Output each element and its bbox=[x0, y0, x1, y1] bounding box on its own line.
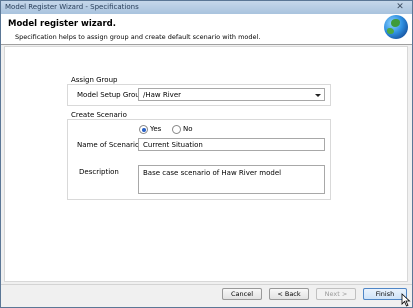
globe-land bbox=[391, 19, 400, 27]
scenario-yes-label: Yes bbox=[150, 125, 162, 133]
header-subtitle: Specification helps to assign group and … bbox=[15, 33, 261, 41]
back-button[interactable]: < Back bbox=[269, 288, 309, 300]
create-scenario-title: Create Scenario bbox=[71, 111, 127, 119]
scenario-yes-radio[interactable] bbox=[139, 125, 148, 134]
cancel-button[interactable]: Cancel bbox=[222, 288, 262, 300]
scenario-name-label: Name of Scenario bbox=[77, 141, 140, 149]
next-button[interactable]: Next > bbox=[316, 288, 356, 300]
description-value: Base case scenario of Haw River model bbox=[143, 169, 282, 177]
window-title: Model Register Wizard - Specifications bbox=[5, 3, 139, 11]
globe-land bbox=[387, 28, 394, 34]
model-setup-group-label: Model Setup Group bbox=[77, 91, 145, 99]
scenario-name-value: Current Situation bbox=[143, 141, 203, 149]
close-icon[interactable]: ✕ bbox=[394, 2, 406, 12]
header-title: Model register wizard. bbox=[8, 19, 116, 29]
description-textarea[interactable]: Base case scenario of Haw River model bbox=[138, 165, 325, 194]
footer-divider bbox=[1, 284, 412, 285]
assign-group-title: Assign Group bbox=[71, 76, 118, 84]
wizard-window: Model Register Wizard - Specifications ✕… bbox=[0, 0, 413, 308]
wizard-header: Model register wizard. Specification hel… bbox=[1, 14, 412, 45]
scenario-name-input[interactable]: Current Situation bbox=[138, 138, 325, 151]
scenario-no-radio[interactable] bbox=[172, 125, 181, 134]
model-setup-group-value: /Haw River bbox=[143, 91, 181, 99]
mouse-cursor-icon bbox=[401, 293, 411, 307]
description-label: Description bbox=[79, 168, 119, 176]
chevron-down-icon[interactable] bbox=[315, 94, 321, 97]
globe-icon bbox=[384, 15, 408, 39]
model-setup-group-dropdown[interactable]: /Haw River bbox=[138, 88, 325, 101]
scenario-no-label: No bbox=[183, 125, 193, 133]
title-bar[interactable]: Model Register Wizard - Specifications ✕ bbox=[1, 1, 412, 14]
